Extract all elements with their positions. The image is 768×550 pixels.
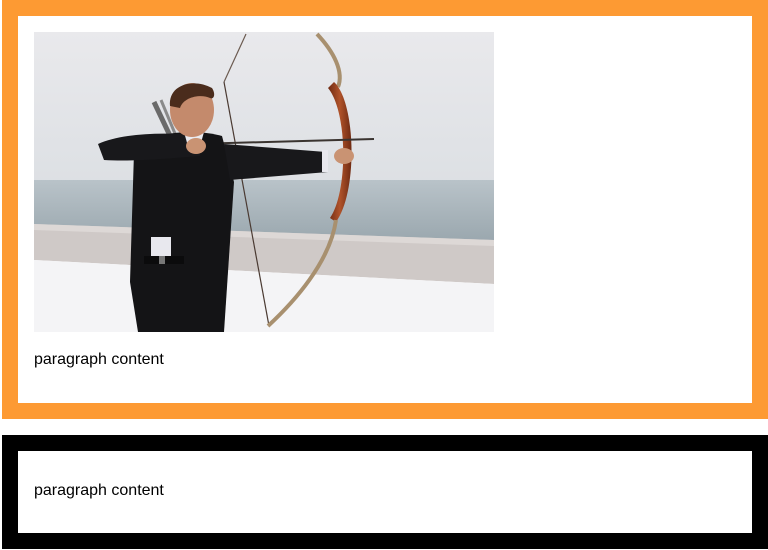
card-paragraph: paragraph content xyxy=(34,482,164,499)
image-card: paragraph content xyxy=(2,0,768,419)
archer-photo xyxy=(34,32,494,332)
image-caption-paragraph: paragraph content xyxy=(34,351,164,368)
text-card: paragraph content xyxy=(2,435,768,549)
